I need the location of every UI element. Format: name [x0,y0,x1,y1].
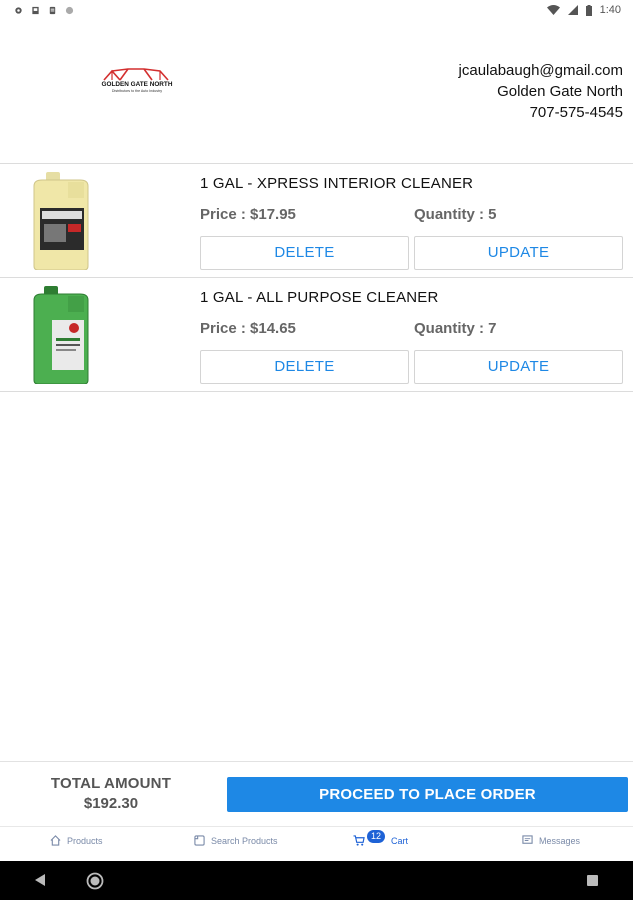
item-name: 1 GAL - ALL PURPOSE CLEANER [200,289,439,306]
messages-icon [522,835,533,844]
cart-badge: 12 [367,830,385,843]
tab-label: Products [67,835,103,846]
status-left-icons [14,6,74,15]
tab-search-products[interactable]: Search Products [194,835,278,846]
cart-item: 1 GAL - ALL PURPOSE CLEANER Price : $14.… [0,278,633,392]
gear-icon [15,6,22,14]
update-button[interactable]: UPDATE [414,350,623,384]
item-price: Price : $17.95 [200,206,296,223]
total-amount-block: TOTAL AMOUNT $192.30 [0,762,222,826]
clipboard-icon [49,6,56,14]
tab-label: Cart [391,835,409,846]
system-navigation-bar [0,861,633,900]
tab-label: Messages [539,835,581,846]
cart-item: 1 GAL - XPRESS INTERIOR CLEANER Price : … [0,164,633,278]
bottom-tab-bar: Products Search Products 12 Cart Message… [0,826,633,861]
contact-phone: 707-575-4545 [529,104,623,121]
contact-info: jcaulabaugh@gmail.com Golden Gate North … [459,60,623,123]
logo-text: GOLDEN GATE NORTH [102,81,173,88]
tab-products[interactable]: Products [50,835,103,846]
total-label: TOTAL AMOUNT [50,775,172,792]
tab-cart[interactable]: 12 Cart [353,830,409,846]
divider [0,391,633,392]
status-bar: 1:40 [0,0,633,20]
signal-icon [567,5,578,15]
tab-messages[interactable]: Messages [522,835,580,846]
item-name: 1 GAL - XPRESS INTERIOR CLEANER [200,175,474,192]
update-button[interactable]: UPDATE [414,236,623,270]
contact-company: Golden Gate North [497,83,623,100]
recent-apps-icon[interactable] [586,874,599,887]
dot-icon [65,6,74,14]
delete-button[interactable]: DELETE [200,350,409,384]
sd-card-icon [32,6,39,14]
home-icon [50,835,61,846]
wifi-icon [546,5,560,15]
golden-gate-north-logo: GOLDEN GATE NORTH Distributors to the Au… [102,68,173,93]
header: GOLDEN GATE NORTH Distributors to the Au… [0,20,633,163]
item-quantity: Quantity : 7 [414,320,497,337]
item-quantity: Quantity : 5 [414,206,497,223]
total-amount: $192.30 [83,795,139,812]
status-time: 1:40 [599,4,621,16]
status-right-icons: 1:40 [546,4,621,16]
proceed-to-place-order-button[interactable]: PROCEED TO PLACE ORDER [227,777,628,812]
delete-button[interactable]: DELETE [200,236,409,270]
product-thumbnail [33,286,89,384]
product-thumbnail [33,172,89,270]
home-button-icon[interactable] [86,872,104,890]
search-products-icon [194,835,205,846]
logo-subtext: Distributors to the Auto Industry [112,89,162,93]
back-icon[interactable] [33,873,47,887]
tab-label: Search Products [211,835,278,846]
cart-icon [353,835,365,846]
contact-email: jcaulabaugh@gmail.com [458,62,623,79]
item-price: Price : $14.65 [200,320,296,337]
battery-icon [585,4,592,16]
